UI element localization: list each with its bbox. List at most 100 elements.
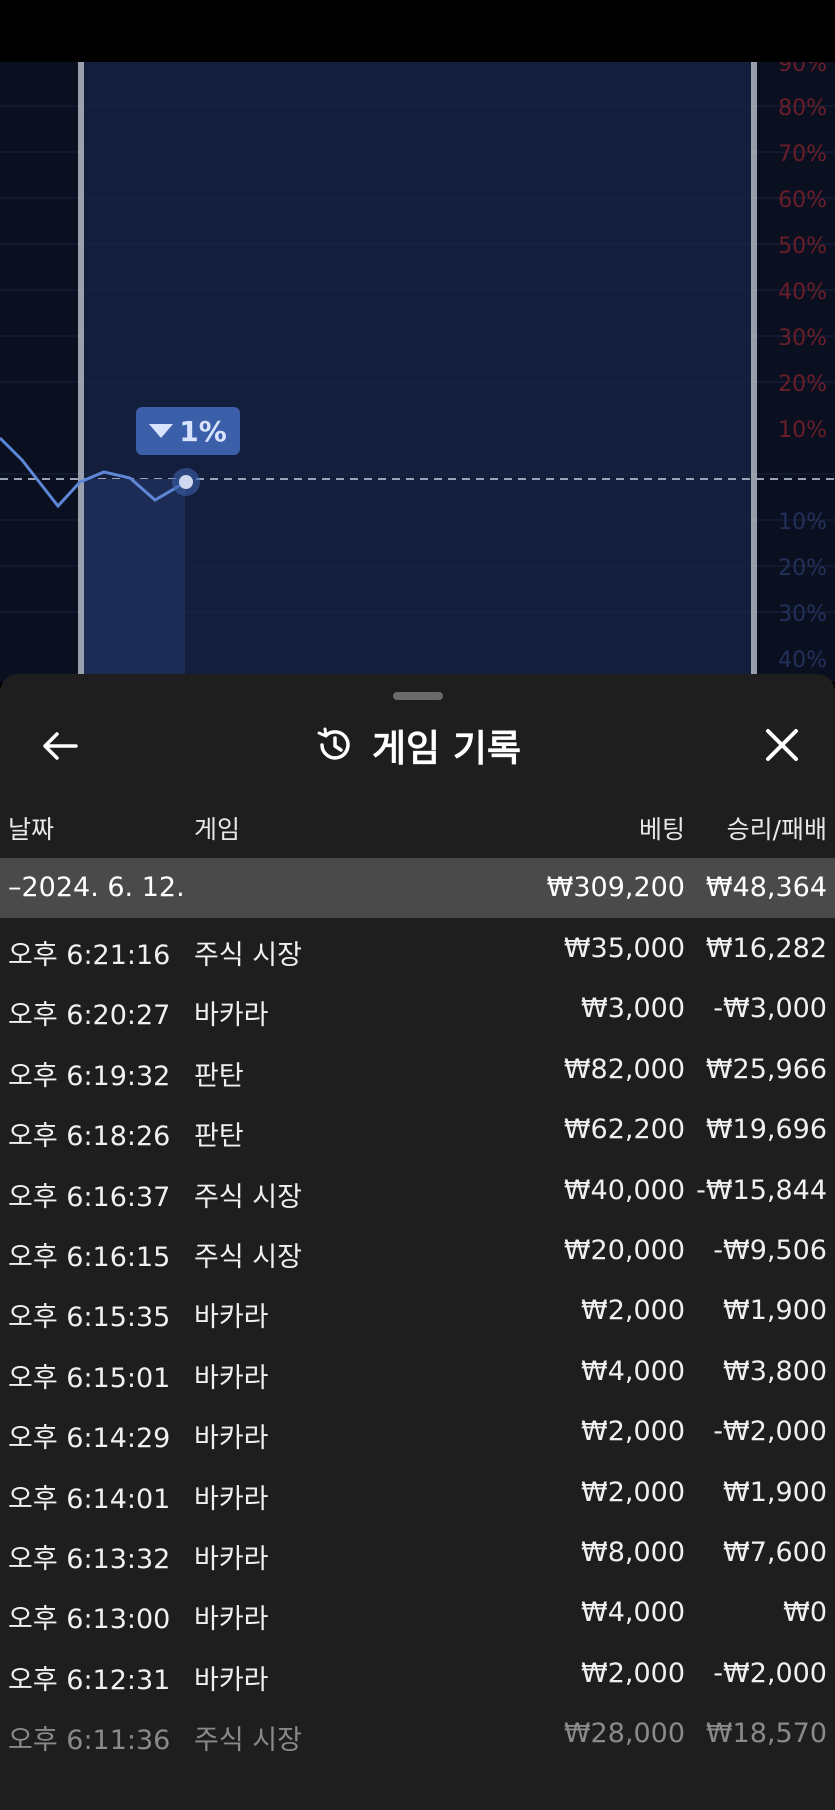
row-win-loss: ₩16,282	[705, 933, 827, 964]
close-x-icon	[766, 729, 798, 761]
row-time: 오후 6:16:37	[8, 1181, 171, 1213]
row-bet: ₩2,000	[581, 1657, 685, 1689]
table-row[interactable]: 오후 6:20:27 바카라 ₩3,000 -₩3,000	[0, 978, 835, 1038]
pct-label: 70%	[778, 142, 827, 167]
row-win-loss: ₩1,900	[723, 1476, 827, 1508]
row-win-loss: ₩18,570	[705, 1718, 827, 1750]
pct-label: 80%	[778, 96, 827, 121]
row-game: 주식 시장	[194, 1241, 302, 1273]
column-date: 날짜	[8, 815, 55, 844]
records-list: 오후 6:21:16 주식 시장 ₩35,000 ₩16,282 오후 6:20:27…	[0, 918, 835, 1763]
row-win-loss: ₩25,966	[705, 1053, 827, 1085]
table-row[interactable]: 오후 6:16:15 주식 시장 ₩20,000 -₩9,506	[0, 1220, 835, 1280]
pct-label: 20%	[778, 556, 827, 581]
column-bet: 베팅	[638, 815, 685, 844]
table-row[interactable]: 오후 6:11:36 주식 시장 ₩28,000 ₩18,570	[0, 1703, 835, 1763]
row-win-loss: ₩19,696	[705, 1114, 827, 1146]
sheet-drag-handle[interactable]	[393, 692, 443, 700]
table-row[interactable]: 오후 6:13:32 바카라 ₩8,000 ₩7,600	[0, 1522, 835, 1582]
row-win-loss: -₩2,000	[713, 1657, 827, 1689]
row-bet: ₩28,000	[563, 1718, 685, 1750]
row-bet: ₩35,000	[563, 933, 685, 964]
row-win-loss: -₩15,844	[696, 1174, 827, 1206]
sheet-title: 게임 기록	[371, 727, 522, 770]
row-bet: ₩40,000	[563, 1174, 685, 1206]
row-game: 판탄	[194, 1060, 244, 1092]
table-header: 날짜 게임 베팅 승리/패배	[0, 810, 835, 854]
row-game: 주식 시장	[194, 1181, 302, 1213]
pct-label: 40%	[778, 648, 827, 673]
pct-label: 60%	[778, 188, 827, 213]
row-game: 주식 시장	[194, 940, 302, 971]
table-row[interactable]: 오후 6:16:37 주식 시장 ₩40,000 -₩15,844	[0, 1160, 835, 1220]
row-time: 오후 6:13:00	[8, 1604, 171, 1636]
day-summary-win-loss: ₩48,364	[705, 872, 827, 903]
day-summary-bet: ₩309,200	[546, 872, 685, 903]
row-time: 오후 6:14:01	[8, 1483, 171, 1515]
row-time: 오후 6:21:16	[8, 940, 171, 971]
row-time: 오후 6:14:29	[8, 1423, 171, 1455]
row-win-loss: ₩3,800	[723, 1355, 827, 1387]
table-row[interactable]: 오후 6:21:16 주식 시장 ₩35,000 ₩16,282	[0, 918, 835, 978]
row-game: 바카라	[194, 1604, 269, 1636]
pct-label: 50%	[778, 234, 827, 259]
background-chart: 90% 80% 70% 60% 50% 40% 30% 20% 10% 10% …	[0, 62, 835, 682]
pct-label: 10%	[778, 418, 827, 443]
pct-label: 90%	[778, 62, 827, 77]
row-win-loss: ₩7,600	[723, 1536, 827, 1568]
chart-volume-column	[84, 479, 185, 682]
row-time: 오후 6:12:31	[8, 1664, 171, 1696]
row-win-loss: -₩3,000	[713, 993, 827, 1025]
row-time: 오후 6:19:32	[8, 1060, 171, 1092]
row-time: 오후 6:11:36	[8, 1725, 171, 1757]
table-row[interactable]: 오후 6:19:32 판탄 ₩82,000 ₩25,966	[0, 1039, 835, 1099]
history-clock-icon	[317, 727, 350, 760]
sheet-header: 게임 기록	[0, 706, 835, 786]
day-summary-date: –2024. 6. 12.	[8, 872, 185, 903]
row-game: 바카라	[194, 1423, 269, 1455]
row-game: 바카라	[194, 1302, 269, 1334]
row-time: 오후 6:15:01	[8, 1362, 171, 1394]
row-game: 판탄	[194, 1121, 244, 1153]
row-bet: ₩20,000	[563, 1234, 685, 1266]
pct-label: 30%	[778, 602, 827, 627]
day-summary-row[interactable]: –2024. 6. 12. ₩309,200 ₩48,364	[0, 858, 835, 918]
column-game: 게임	[194, 815, 241, 844]
row-bet: ₩2,000	[581, 1416, 685, 1448]
row-win-loss: -₩9,506	[713, 1234, 827, 1266]
row-time: 오후 6:20:27	[8, 1000, 171, 1032]
row-game: 주식 시장	[194, 1725, 302, 1757]
row-bet: ₩8,000	[581, 1536, 685, 1568]
row-bet: ₩4,000	[581, 1355, 685, 1387]
table-row[interactable]: 오후 6:12:31 바카라 ₩2,000 -₩2,000	[0, 1643, 835, 1703]
table-row[interactable]: 오후 6:15:35 바카라 ₩2,000 ₩1,900	[0, 1280, 835, 1340]
row-game: 바카라	[194, 1483, 269, 1515]
table-row[interactable]: 오후 6:13:00 바카라 ₩4,000 ₩0	[0, 1582, 835, 1642]
row-time: 오후 6:15:35	[8, 1302, 171, 1334]
game-history-sheet: 게임 기록 날짜 게임 베팅 승리/패배 –2024. 6. 12. ₩309,…	[0, 674, 835, 1810]
chart-svg	[0, 62, 835, 682]
pct-label: 40%	[778, 280, 827, 305]
change-value: 1%	[179, 414, 227, 448]
row-time: 오후 6:16:15	[8, 1241, 171, 1273]
chart-right-marker	[751, 62, 757, 682]
row-win-loss: ₩0	[783, 1597, 827, 1629]
row-bet: ₩82,000	[563, 1053, 685, 1085]
table-row[interactable]: 오후 6:18:26 판탄 ₩62,200 ₩19,696	[0, 1099, 835, 1159]
close-button[interactable]	[757, 720, 807, 770]
pct-label: 20%	[778, 372, 827, 397]
row-bet: ₩2,000	[581, 1295, 685, 1327]
column-win-loss: 승리/패배	[726, 815, 827, 844]
row-time: 오후 6:13:32	[8, 1543, 171, 1575]
table-row[interactable]: 오후 6:14:01 바카라 ₩2,000 ₩1,900	[0, 1462, 835, 1522]
table-row[interactable]: 오후 6:15:01 바카라 ₩4,000 ₩3,800	[0, 1341, 835, 1401]
status-bar	[0, 0, 835, 62]
chart-point	[179, 475, 193, 489]
table-row[interactable]: 오후 6:14:29 바카라 ₩2,000 -₩2,000	[0, 1401, 835, 1461]
row-win-loss: ₩1,900	[723, 1295, 827, 1327]
change-badge: 1%	[136, 407, 240, 455]
pct-label: 30%	[778, 326, 827, 351]
row-time: 오후 6:18:26	[8, 1121, 171, 1153]
row-game: 바카라	[194, 1543, 269, 1575]
row-game: 바카라	[194, 1000, 269, 1032]
